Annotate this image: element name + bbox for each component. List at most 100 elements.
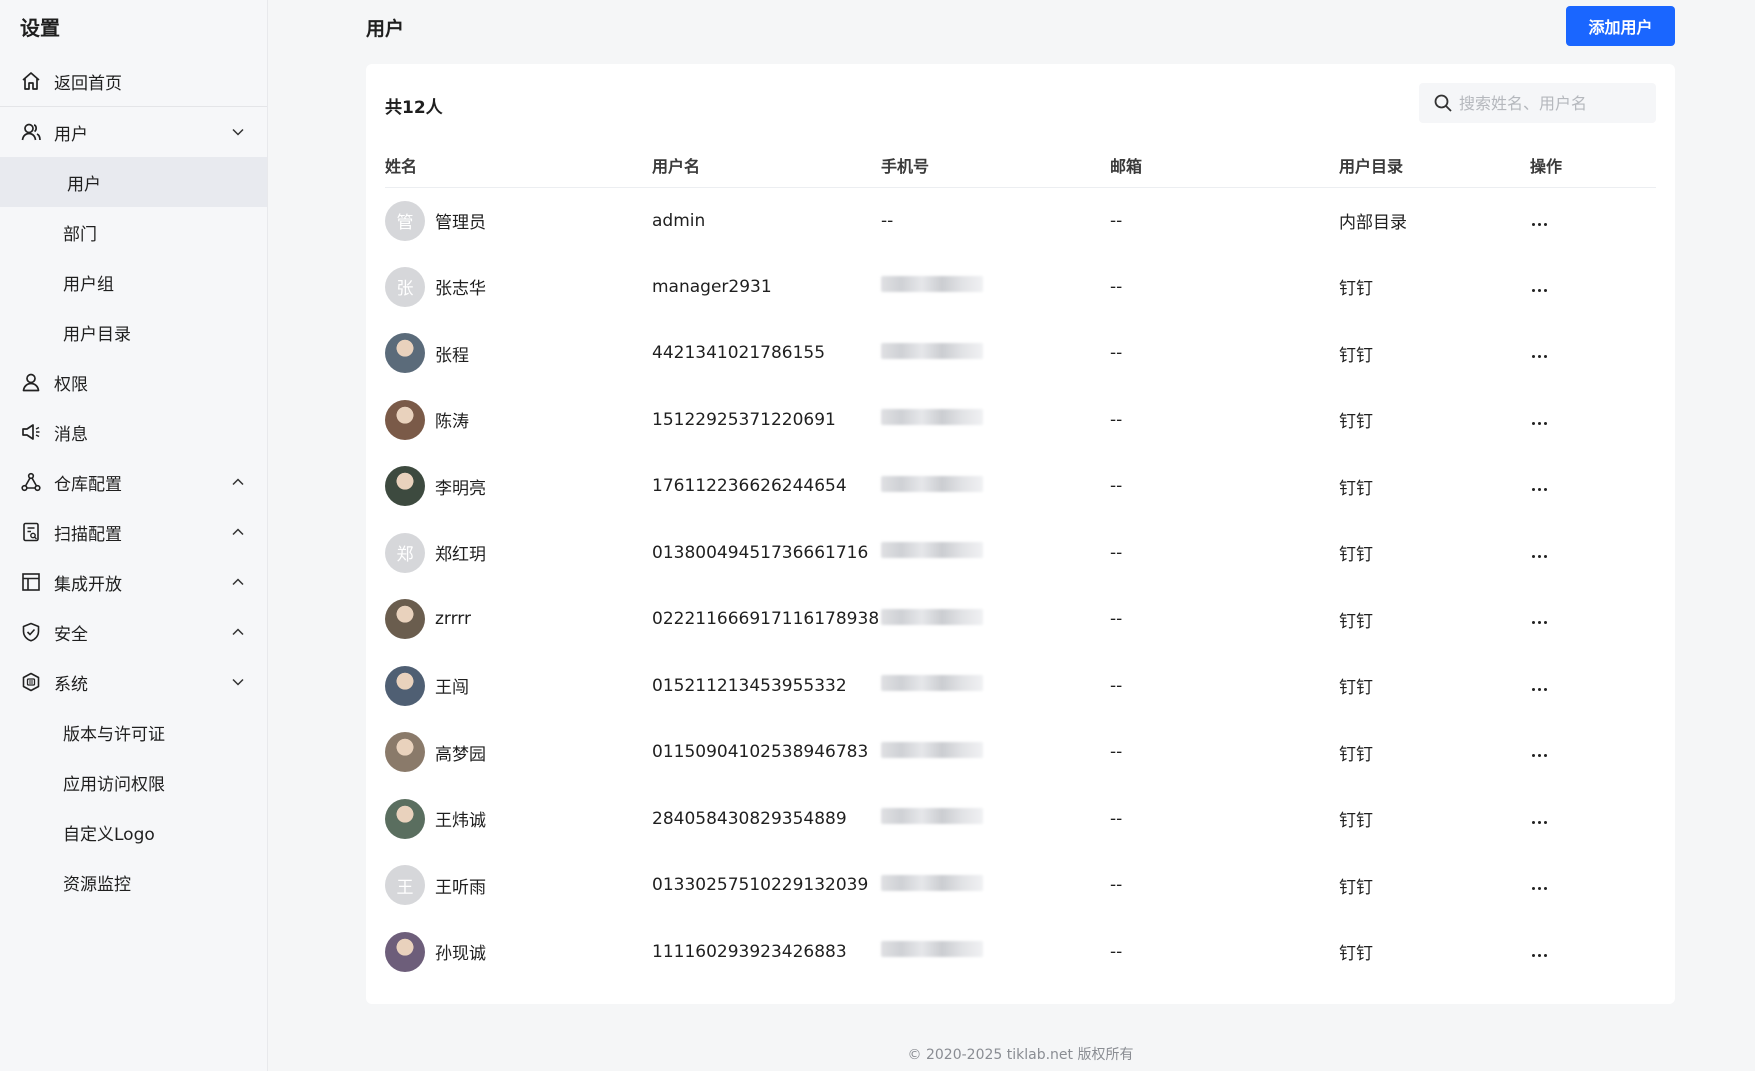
chevron-down-icon [231,675,245,689]
sidebar-item-user-groups[interactable]: 用户组 [0,257,267,307]
cell-directory: 钉钉 [1339,478,1373,499]
cell-directory: 钉钉 [1339,744,1373,765]
repo-icon [20,471,42,493]
more-icon[interactable] [1530,684,1549,695]
sidebar-item-version-license[interactable]: 版本与许可证 [0,707,267,757]
table-row[interactable]: 郑郑红玥 01380049451736661716 -- 钉钉 [385,520,1656,587]
phone-blurred [881,608,983,625]
cell-phone [881,919,1110,986]
more-icon[interactable] [1530,950,1549,961]
sidebar-item-scan-config[interactable]: 扫描配置 [0,507,267,557]
cell-directory: 钉钉 [1339,678,1373,699]
table-row[interactable]: 李明亮 176112236626244654 -- 钉钉 [385,453,1656,520]
table-header-row: 姓名 用户名 手机号 邮箱 用户目录 操作 [385,143,1656,188]
cell-name: 李明亮 [385,453,652,520]
cell-username: 111160293923426883 [652,941,847,962]
column-header-name[interactable]: 姓名 [385,143,652,188]
cell-email: -- [1110,409,1123,430]
sidebar-item-permission[interactable]: 权限 [0,357,267,407]
cell-directory: 内部目录 [1339,213,1407,233]
table-row[interactable]: 高梦园 01150904102538946783 -- 钉钉 [385,719,1656,786]
cell-actions [1530,320,1656,387]
column-header-username[interactable]: 用户名 [652,143,881,188]
search-input[interactable] [1459,93,1649,113]
table-row[interactable]: 张程 4421341021786155 -- 钉钉 [385,320,1656,387]
user-table: 姓名 用户名 手机号 邮箱 用户目录 操作 管管理员 admin -- -- 内部目录张… [385,143,1656,985]
cell-actions [1530,453,1656,520]
more-icon[interactable] [1530,484,1549,495]
phone-blurred [881,874,983,891]
table-row[interactable]: zrrrr 022211666917116178938 -- 钉钉 [385,586,1656,653]
cell-directory: 钉钉 [1339,279,1373,300]
cell-directory: 钉钉 [1339,611,1373,632]
sidebar-item-users[interactable]: 用户 [0,157,267,207]
sidebar-item-label: 扫描配置 [54,524,122,545]
layout-icon [20,571,42,593]
column-header-email[interactable]: 邮箱 [1110,143,1339,188]
sidebar-item-integration[interactable]: 集成开放 [0,557,267,607]
sidebar-item-message[interactable]: 消息 [0,407,267,457]
cell-phone: -- [881,210,894,231]
table-row[interactable]: 孙现诚 111160293923426883 -- 钉钉 [385,919,1656,986]
cell-username: 284058430829354889 [652,808,847,829]
chevron-up-icon [231,575,245,589]
add-user-button[interactable]: 添加用户 [1566,6,1675,46]
user-name: 王听雨 [435,877,486,898]
phone-blurred [881,808,983,825]
table-row[interactable]: 陈涛 15122925371220691 -- 钉钉 [385,387,1656,454]
system-icon [20,671,42,693]
name-cell: 李明亮 [385,466,652,507]
sidebar-item-repo-config[interactable]: 仓库配置 [0,457,267,507]
table-row[interactable]: 王闯 015211213453955332 -- 钉钉 [385,653,1656,720]
sidebar-item-custom-logo[interactable]: 自定义Logo [0,807,267,857]
cell-email: -- [1110,941,1123,962]
cell-username: 01150904102538946783 [652,742,869,763]
cell-phone [881,719,1110,786]
key-user-icon [20,371,42,393]
name-cell: 张程 [385,333,652,374]
avatar [385,466,425,507]
search-box[interactable] [1419,83,1656,123]
sidebar-item-departments[interactable]: 部门 [0,207,267,257]
cell-name: zrrrr [385,586,652,653]
more-icon[interactable] [1530,351,1549,362]
more-icon[interactable] [1530,551,1549,562]
more-icon[interactable] [1530,750,1549,761]
table-row[interactable]: 管管理员 admin -- -- 内部目录 [385,187,1656,254]
user-name: 郑红玥 [435,545,486,566]
avatar: 王 [385,865,425,906]
chevron-down-icon [231,125,245,139]
phone-blurred [881,475,983,492]
column-header-directory[interactable]: 用户目录 [1339,143,1530,188]
shield-icon [20,621,42,643]
sidebar-group-system[interactable]: 系统 [0,657,267,707]
phone-blurred [881,941,983,958]
cell-directory: 钉钉 [1339,944,1373,965]
avatar: 郑 [385,532,425,573]
more-icon[interactable] [1530,418,1549,429]
table-row[interactable]: 王王听雨 01330257510229132039 -- 钉钉 [385,852,1656,919]
sidebar-group-users[interactable]: 用户 [0,107,267,157]
cell-name: 王闯 [385,653,652,720]
avatar [385,798,425,839]
sidebar-item-label: 权限 [54,374,88,395]
sidebar-item-app-access[interactable]: 应用访问权限 [0,757,267,807]
table-row[interactable]: 王炜诚 284058430829354889 -- 钉钉 [385,786,1656,853]
name-cell: 王王听雨 [385,865,652,906]
cell-actions [1530,786,1656,853]
cell-actions [1530,852,1656,919]
sidebar-item-resource-monitor[interactable]: 资源监控 [0,857,267,907]
sidebar-item-home[interactable]: 返回首页 [0,56,267,106]
more-icon[interactable] [1530,219,1549,230]
more-icon[interactable] [1530,817,1549,828]
cell-username: 15122925371220691 [652,409,836,430]
sidebar-item-security[interactable]: 安全 [0,607,267,657]
cell-email: -- [1110,875,1123,896]
column-header-phone[interactable]: 手机号 [881,143,1110,188]
table-row[interactable]: 张张志华 manager2931 -- 钉钉 [385,254,1656,321]
more-icon[interactable] [1530,617,1549,628]
more-icon[interactable] [1530,883,1549,894]
more-icon[interactable] [1530,285,1549,296]
sidebar-item-user-directory[interactable]: 用户目录 [0,307,267,357]
cell-name: 郑郑红玥 [385,520,652,587]
